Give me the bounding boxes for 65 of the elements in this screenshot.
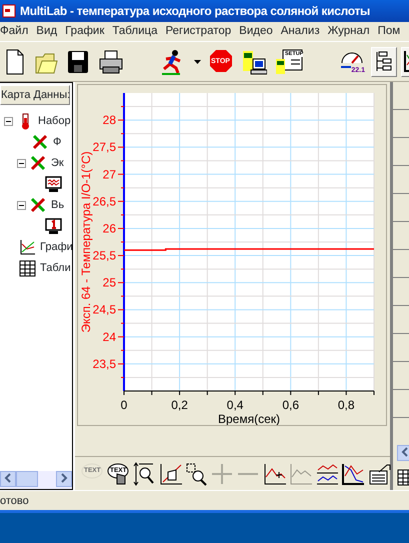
tree-item[interactable]: Табли <box>40 260 71 277</box>
menu-item[interactable]: Регистратор <box>161 22 236 41</box>
y-tick-label: 26,5 <box>92 194 116 208</box>
properties-sheet-icon <box>367 462 391 486</box>
menu-item[interactable]: График <box>61 22 108 41</box>
y-axis-title: Эксп. 64 - Температура I/O-1(°C) <box>79 151 93 333</box>
monitor-icon <box>45 176 62 193</box>
monitor-icon <box>45 218 62 235</box>
crossed-probes-icon <box>30 155 47 172</box>
tree-item[interactable]: Ф <box>53 134 62 151</box>
tree-item[interactable]: Набор <box>38 113 71 130</box>
crossed-probes-icon <box>30 197 47 214</box>
caret-icon <box>194 60 201 64</box>
y-tick-label: 26 <box>102 221 116 236</box>
x-tick-label: 0,8 <box>338 398 355 412</box>
expand-toggle[interactable] <box>4 117 13 126</box>
two-lines-graph-icon <box>341 462 365 486</box>
data-logger-computer-icon <box>241 48 267 74</box>
app-icon <box>2 4 16 18</box>
y-tick-label: 28 <box>102 113 116 128</box>
menu-item[interactable]: Файл <box>0 22 32 41</box>
menu-item[interactable]: Пом <box>374 22 404 41</box>
x-tick-label: 0 <box>120 398 128 412</box>
y-tick-label: 27,5 <box>92 140 116 154</box>
crossed-probes-icon <box>32 134 49 151</box>
scroll-right-icon[interactable] <box>56 471 72 487</box>
table-icon[interactable] <box>397 469 409 486</box>
tree-item[interactable]: Вь <box>51 197 64 214</box>
tree-item[interactable]: Эк <box>51 155 64 172</box>
graph-icon <box>19 239 36 256</box>
x-tick-label: 0,2 <box>171 398 188 412</box>
y-tick-label: 25,5 <box>92 248 116 263</box>
plus-icon <box>211 462 235 486</box>
menu-item[interactable]: Анализ <box>276 22 324 41</box>
minus-icon <box>237 472 261 474</box>
y-tick-label: 27 <box>102 167 116 182</box>
y-tick-label: 24 <box>102 330 116 344</box>
graph-line-icon <box>289 462 313 486</box>
split-graph-icon <box>315 462 339 486</box>
panel-header[interactable]: Карта Данны: <box>0 85 70 105</box>
text-bubble-hand-icon <box>107 462 131 486</box>
y-tick-label: 25 <box>102 276 116 290</box>
menu-item[interactable]: Вид <box>32 22 62 41</box>
x-tick-label: 0,6 <box>282 398 299 412</box>
scroll-left-icon[interactable] <box>397 445 409 461</box>
menu-item[interactable]: Таблица <box>108 22 162 41</box>
tree-item[interactable]: Графи <box>40 239 73 256</box>
table-icon <box>19 260 36 277</box>
menu-item[interactable]: Видео <box>235 22 277 41</box>
zoom-box-icon <box>185 462 209 486</box>
menu-item[interactable]: Журнал <box>324 22 374 41</box>
scroll-left-icon[interactable] <box>0 471 16 487</box>
x-tick-label: 0,4 <box>226 398 244 412</box>
horizontal-scrollbar[interactable] <box>0 471 72 489</box>
printer-icon <box>98 48 124 74</box>
tree-view-button[interactable] <box>371 46 397 76</box>
y-tick-label: 24,5 <box>92 302 116 317</box>
window-title: MultiLab - температура исходного раствора соляной кислоты <box>20 3 370 20</box>
expand-toggle[interactable] <box>17 201 26 210</box>
scroll-thumb[interactable] <box>16 471 38 487</box>
document-icon <box>4 48 26 74</box>
expand-toggle[interactable] <box>17 159 26 168</box>
y-tick-label: 23,5 <box>92 356 116 371</box>
graph-cursor-icon <box>263 462 287 486</box>
stop-sign-icon <box>209 48 233 74</box>
